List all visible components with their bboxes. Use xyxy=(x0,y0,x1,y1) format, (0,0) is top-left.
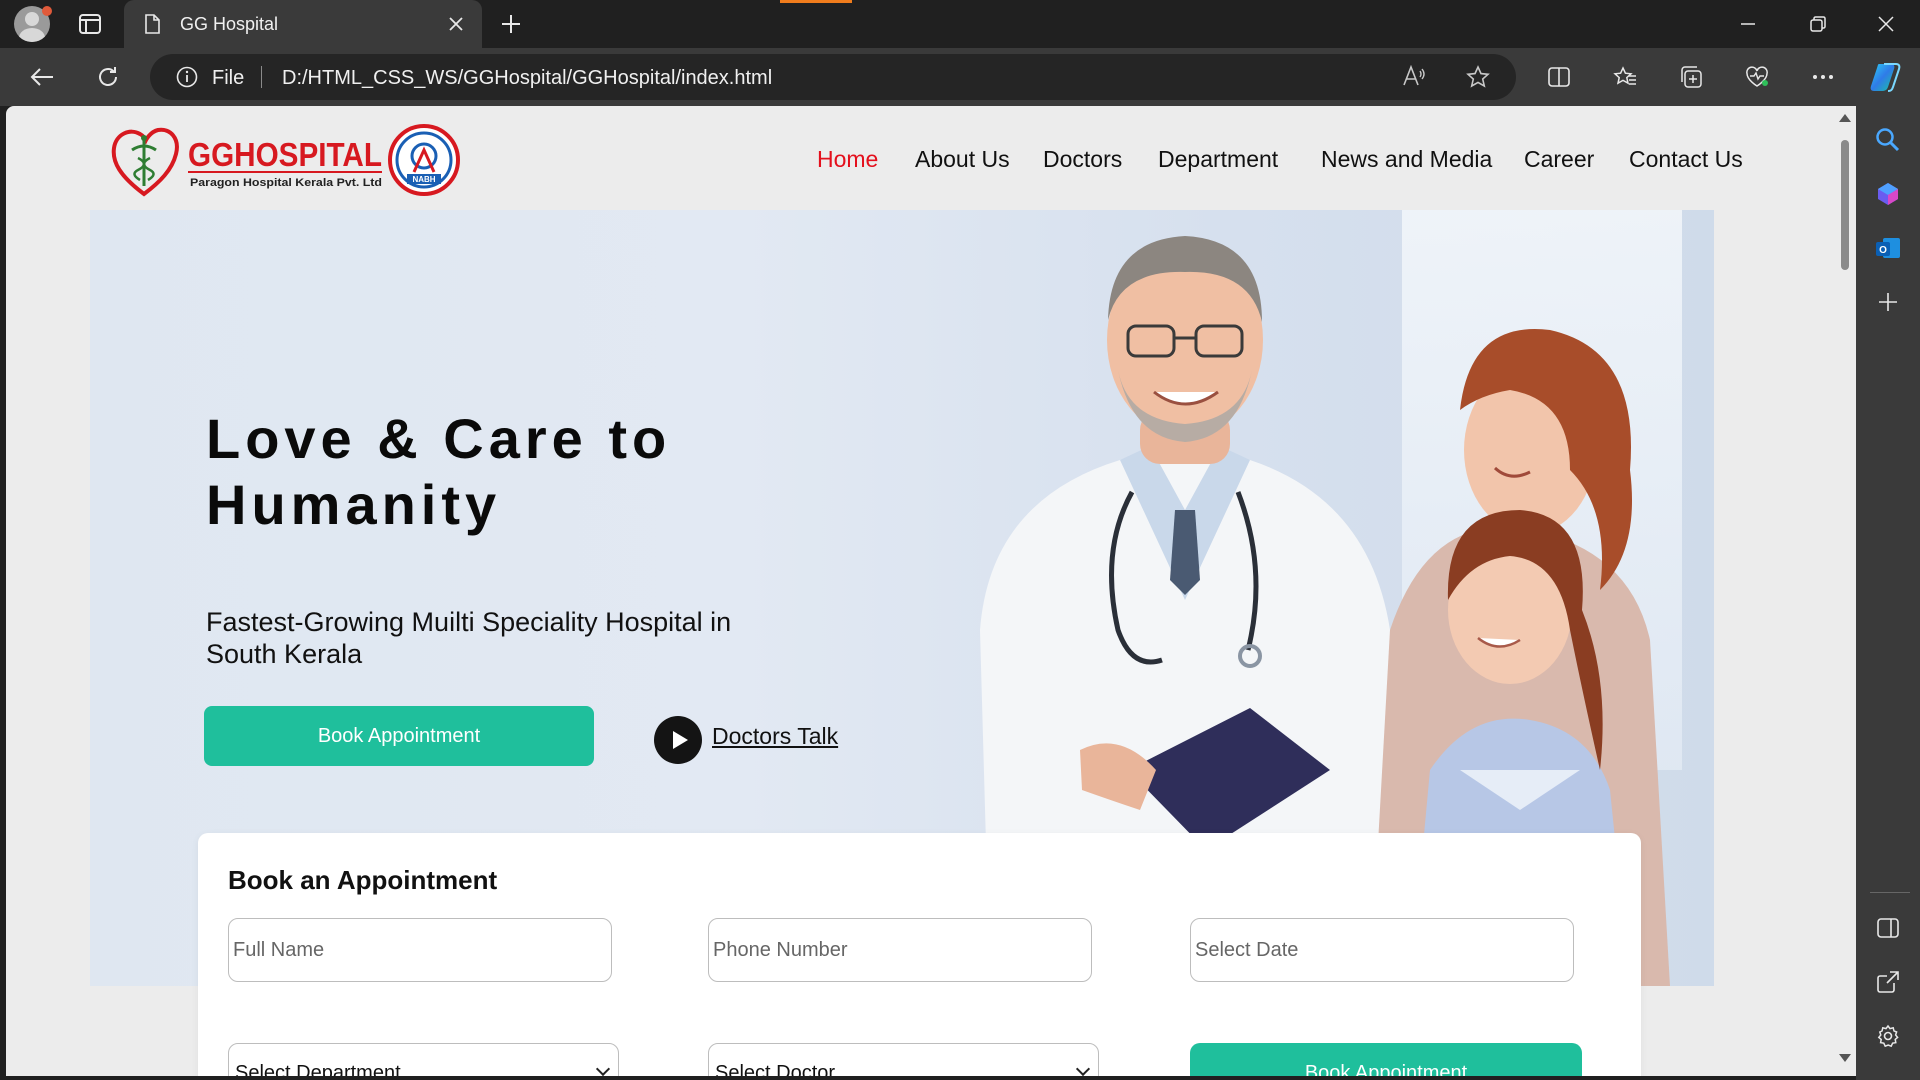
open-external-icon[interactable] xyxy=(1872,966,1904,998)
page-scrollbar[interactable] xyxy=(1834,106,1856,1076)
info-icon[interactable] xyxy=(176,66,198,93)
tab-actions-icon[interactable] xyxy=(72,10,108,38)
nav-department[interactable]: Department xyxy=(1158,146,1278,173)
minimize-icon[interactable] xyxy=(1730,10,1766,38)
reload-icon[interactable] xyxy=(90,60,126,94)
nav-about-us[interactable]: About Us xyxy=(915,146,1010,173)
nav-contact-us[interactable]: Contact Us xyxy=(1629,146,1743,173)
outlook-icon[interactable]: O xyxy=(1872,232,1904,264)
back-arrow-icon[interactable] xyxy=(24,60,60,94)
tab-title: GG Hospital xyxy=(180,14,279,34)
search-icon[interactable] xyxy=(1872,124,1904,156)
new-tab-icon[interactable] xyxy=(496,10,526,38)
add-sidebar-app-icon[interactable] xyxy=(1872,286,1904,318)
restore-icon[interactable] xyxy=(1800,10,1836,38)
department-select[interactable]: Select Department xyxy=(228,1043,619,1076)
edge-sidebar: O xyxy=(1856,106,1920,1080)
appointment-form-card: Book an Appointment Select Department Se… xyxy=(198,833,1641,1076)
scroll-up-arrow-icon[interactable] xyxy=(1839,114,1851,122)
address-bar[interactable]: File D:/HTML_CSS_WS/GGHospital/GGHospita… xyxy=(150,54,1516,100)
copilot-icon[interactable] xyxy=(1868,58,1906,96)
submit-appointment-button[interactable]: Book Appointment xyxy=(1190,1043,1582,1076)
svg-text:O: O xyxy=(1879,245,1887,256)
add-favorite-star-icon[interactable] xyxy=(1466,65,1490,94)
full-name-input[interactable] xyxy=(228,918,612,982)
appointment-form-title: Book an Appointment xyxy=(228,865,498,895)
collections-icon[interactable] xyxy=(1674,60,1708,94)
nav-doctors[interactable]: Doctors xyxy=(1043,146,1122,173)
split-screen-icon[interactable] xyxy=(1542,60,1576,94)
read-aloud-icon[interactable] xyxy=(1402,64,1426,93)
sidebar-divider xyxy=(1870,892,1910,893)
close-window-icon[interactable] xyxy=(1868,10,1904,38)
select-date-input[interactable] xyxy=(1190,918,1574,982)
doctor-select[interactable]: Select Doctor xyxy=(708,1043,1099,1076)
doctors-talk-link[interactable]: Doctors Talk xyxy=(712,723,838,750)
document-icon xyxy=(144,14,160,39)
nabh-badge-text: NABH xyxy=(412,175,435,184)
main-navigation: Home About Us Doctors Department News an… xyxy=(6,146,1840,176)
play-video-icon[interactable] xyxy=(654,716,702,764)
chevron-down-icon xyxy=(1075,1061,1091,1076)
address-scheme-label: File xyxy=(212,67,245,89)
nav-career[interactable]: Career xyxy=(1524,146,1594,173)
chevron-down-icon xyxy=(595,1061,611,1076)
more-options-icon[interactable] xyxy=(1806,60,1840,94)
close-tab-icon[interactable] xyxy=(444,12,468,36)
scrollbar-thumb[interactable] xyxy=(1841,140,1849,270)
logo-tagline: Paragon Hospital Kerala Pvt. Ltd xyxy=(190,177,382,189)
department-select-value: Select Department xyxy=(235,1062,401,1076)
settings-gear-icon[interactable] xyxy=(1872,1020,1904,1052)
book-appointment-button[interactable]: Book Appointment xyxy=(204,706,594,766)
copilot-sidebar-icon[interactable] xyxy=(1872,178,1904,210)
address-url[interactable]: D:/HTML_CSS_WS/GGHospital/GGHospital/ind… xyxy=(282,67,772,90)
scroll-down-arrow-icon[interactable] xyxy=(1839,1054,1851,1062)
page-viewport: GGHOSPITAL Paragon Hospital Kerala Pvt. … xyxy=(6,106,1840,1076)
browser-toolbar: File D:/HTML_CSS_WS/GGHospital/GGHospita… xyxy=(0,48,1920,106)
loading-indicator xyxy=(780,0,852,3)
nav-news-and-media[interactable]: News and Media xyxy=(1321,146,1492,173)
browser-tab-active[interactable]: GG Hospital xyxy=(124,0,482,48)
favorites-icon[interactable] xyxy=(1608,60,1642,94)
nav-home[interactable]: Home xyxy=(817,146,878,173)
hero-title: Love & Care to Humanity xyxy=(206,407,672,536)
sidebar-panel-icon[interactable] xyxy=(1872,912,1904,944)
browser-tab-bar: GG Hospital xyxy=(0,0,1920,48)
address-divider xyxy=(261,66,262,88)
profile-notification-dot xyxy=(42,6,52,16)
phone-number-input[interactable] xyxy=(708,918,1092,982)
hero-subtitle: Fastest-Growing Muilti Speciality Hospit… xyxy=(206,607,732,669)
doctor-select-value: Select Doctor xyxy=(715,1062,836,1076)
browser-essentials-icon[interactable] xyxy=(1740,60,1774,94)
